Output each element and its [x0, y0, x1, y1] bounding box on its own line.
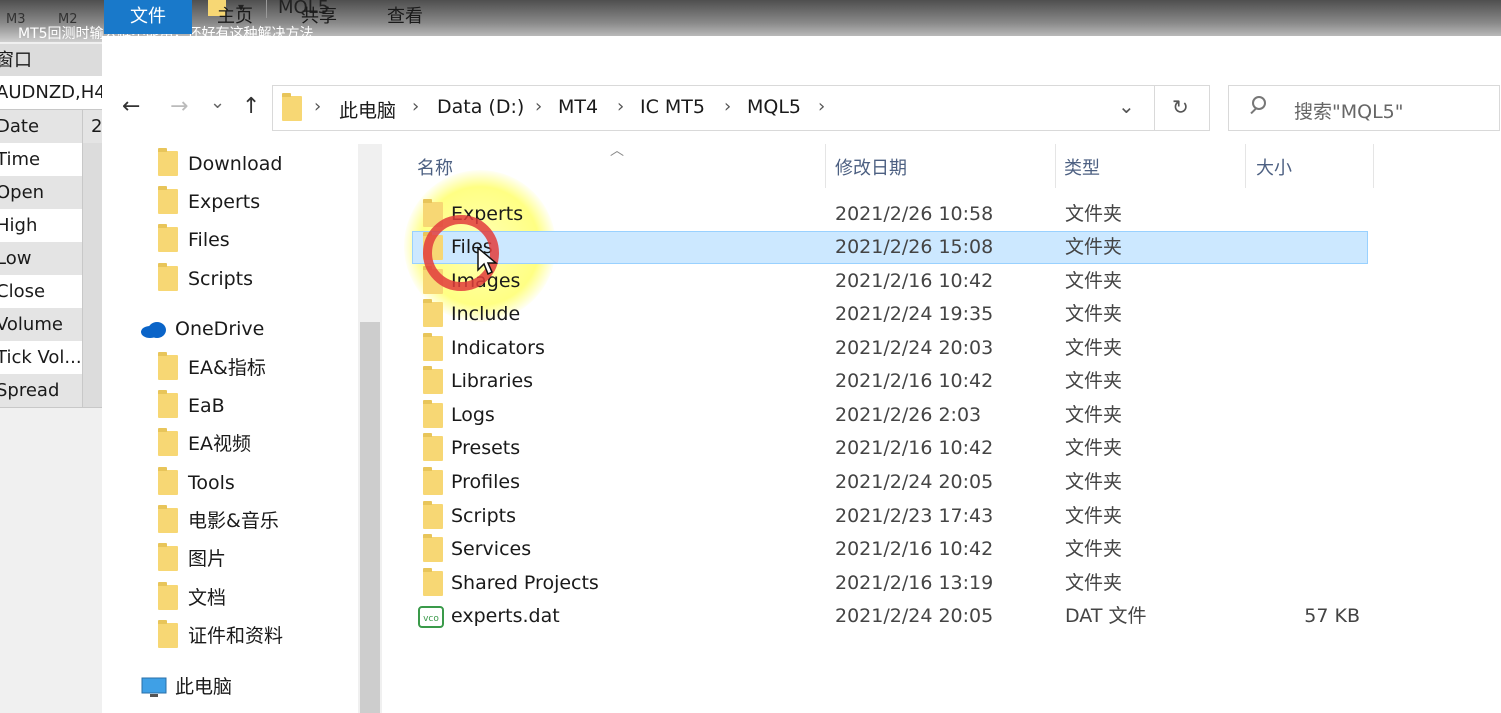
tab-home[interactable]: 主页	[214, 0, 256, 34]
bg-row-time[interactable]: Time	[0, 143, 102, 177]
folder-icon	[158, 505, 178, 533]
folder-icon	[423, 568, 443, 596]
crumb-mql5[interactable]: MQL5	[747, 96, 801, 118]
file-row-indicators[interactable]: Indicators 2021/2/24 20:03 文件夹	[412, 332, 1368, 365]
file-row-include[interactable]: Include 2021/2/24 19:35 文件夹	[412, 298, 1368, 331]
crumb-data-drive[interactable]: Data (D:)	[437, 96, 524, 118]
column-divider[interactable]	[825, 144, 826, 188]
file-row-shared-projects[interactable]: Shared Projects 2021/2/16 13:19 文件夹	[412, 567, 1368, 600]
column-divider[interactable]	[1245, 144, 1246, 188]
file-row-experts[interactable]: Experts 2021/2/26 10:58 文件夹	[412, 198, 1368, 231]
tab-file[interactable]: 文件	[104, 0, 192, 34]
folder-icon	[158, 224, 178, 252]
computer-icon	[141, 677, 167, 697]
file-row-scripts[interactable]: Scripts 2021/2/23 17:43 文件夹	[412, 500, 1368, 533]
crumb-separator[interactable]: ›	[818, 96, 825, 117]
file-row-libraries[interactable]: Libraries 2021/2/16 10:42 文件夹	[412, 365, 1368, 398]
bg-symbol: AUDNZD,H4	[0, 76, 102, 110]
bg-row-spread[interactable]: Spread	[0, 374, 102, 408]
bg-row-close[interactable]: Close	[0, 275, 102, 309]
folder-icon	[423, 534, 443, 562]
nav-pane-scroll-thumb[interactable]	[360, 322, 380, 713]
file-row-services[interactable]: Services 2021/2/16 10:42 文件夹	[412, 533, 1368, 566]
bg-row-date[interactable]: Date 2	[0, 110, 102, 144]
file-row-logs[interactable]: Logs 2021/2/26 2:03 文件夹	[412, 399, 1368, 432]
address-dropdown-icon[interactable]: ⌄	[1118, 94, 1135, 118]
ribbon-tabs	[102, 36, 1501, 70]
file-row-images[interactable]: Images 2021/2/16 10:42 文件夹	[412, 265, 1368, 298]
folder-icon	[423, 366, 443, 394]
folder-icon	[158, 352, 178, 380]
crumb-separator[interactable]: ›	[412, 96, 419, 117]
address-folder-icon	[282, 93, 302, 121]
background-app-panel: 窗口 AUDNZD,H4 Date2 Time Open High Low Cl…	[0, 0, 102, 713]
column-header-modified[interactable]: 修改日期	[835, 154, 907, 180]
file-row-presets[interactable]: Presets 2021/2/16 10:42 文件夹	[412, 432, 1368, 465]
crumb-this-pc[interactable]: 此电脑	[339, 96, 396, 123]
file-row-profiles[interactable]: Profiles 2021/2/24 20:05 文件夹	[412, 466, 1368, 499]
folder-icon	[423, 400, 443, 428]
recent-locations-button[interactable]: ⌄	[210, 92, 225, 113]
search-placeholder: 搜索"MQL5"	[1294, 101, 1404, 123]
bg-row-high[interactable]: High	[0, 209, 102, 243]
file-row-experts-dat[interactable]: vco experts.dat 2021/2/24 20:05 DAT 文件 57 K…	[412, 600, 1368, 633]
file-row-files[interactable]: Files 2021/2/26 15:08 文件夹	[412, 231, 1368, 264]
folder-icon	[158, 148, 178, 176]
svg-text:vco: vco	[423, 614, 439, 624]
folder-icon	[158, 428, 178, 456]
back-button[interactable]: ←	[122, 94, 140, 119]
bg-row-open[interactable]: Open	[0, 176, 102, 210]
folder-icon	[158, 582, 178, 610]
tab-share[interactable]: 共享	[298, 0, 340, 34]
up-button[interactable]: ↑	[242, 94, 260, 119]
address-divider	[1154, 85, 1155, 131]
dat-file-icon: vco	[418, 606, 444, 628]
folder-icon	[158, 186, 178, 214]
column-divider[interactable]	[1055, 144, 1056, 188]
sort-ascending-icon: ︿	[610, 143, 624, 159]
forward-button[interactable]: →	[170, 94, 188, 119]
crumb-mt4[interactable]: MT4	[558, 96, 598, 118]
folder-icon	[158, 390, 178, 418]
crumb-ic-mt5[interactable]: IC MT5	[640, 96, 705, 118]
bg-row-volume[interactable]: Volume	[0, 308, 102, 342]
folder-icon	[158, 263, 178, 291]
tab-view[interactable]: 查看	[384, 0, 426, 34]
title-divider	[266, 0, 267, 18]
folder-icon	[423, 433, 443, 461]
bg-row-tick-volume[interactable]: Tick Vol...	[0, 341, 102, 375]
column-divider[interactable]	[1373, 144, 1374, 188]
mouse-pointer-icon	[477, 246, 498, 276]
folder-icon	[158, 543, 178, 571]
refresh-icon[interactable]: ↻	[1172, 95, 1189, 119]
column-header-size[interactable]: 大小	[1256, 154, 1292, 180]
crumb-separator[interactable]: ›	[724, 96, 731, 117]
folder-icon	[423, 467, 443, 495]
onedrive-icon	[141, 322, 166, 338]
crumb-separator[interactable]: ›	[535, 96, 542, 117]
column-header-type[interactable]: 类型	[1064, 154, 1100, 180]
folder-icon	[423, 299, 443, 327]
bg-row-low[interactable]: Low	[0, 242, 102, 276]
crumb-separator[interactable]: ›	[314, 96, 321, 117]
folder-icon	[158, 620, 178, 648]
folder-icon	[423, 333, 443, 361]
bg-window-label: 窗口	[0, 44, 102, 78]
crumb-separator[interactable]: ›	[617, 96, 624, 117]
folder-icon	[158, 467, 178, 495]
folder-icon	[423, 501, 443, 529]
